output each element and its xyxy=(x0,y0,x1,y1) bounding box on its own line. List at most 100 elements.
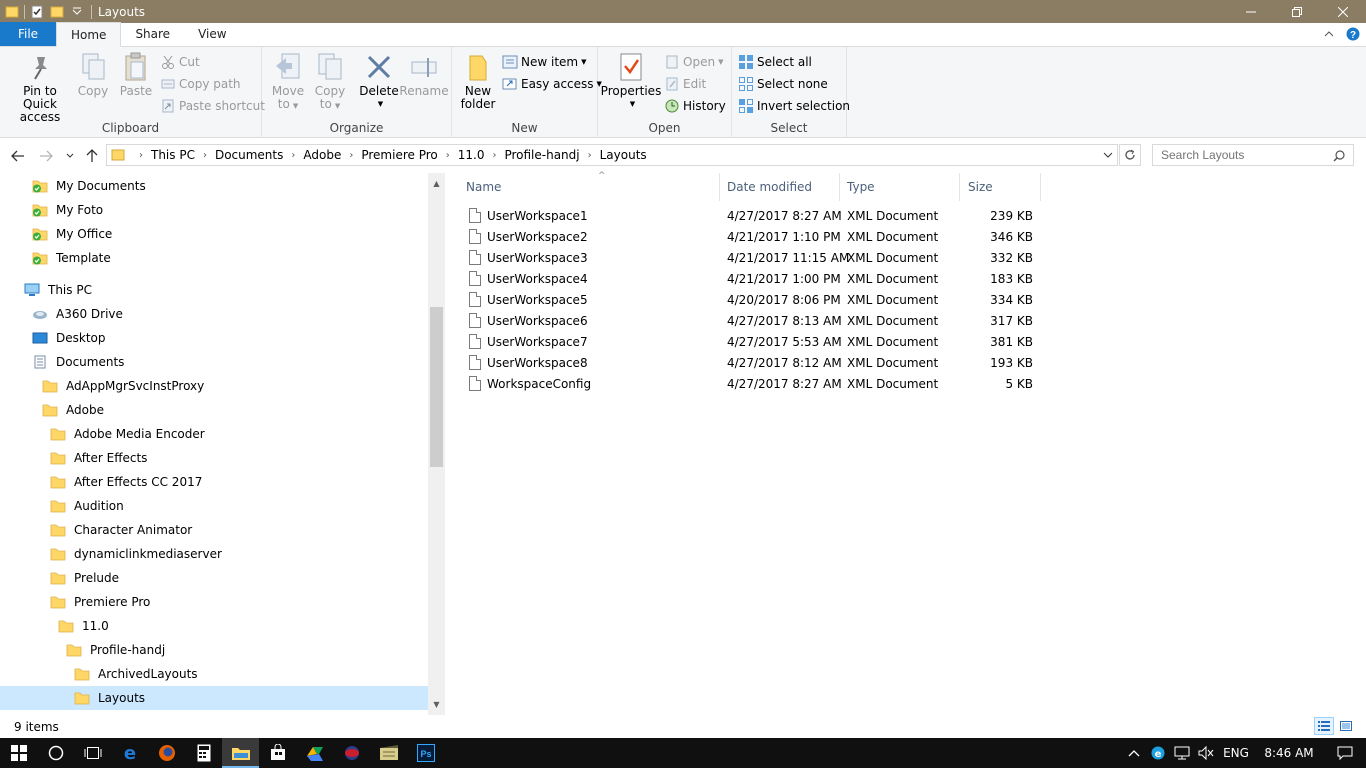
file-row[interactable]: UserWorkspace2 4/21/2017 1:10 PM XML Docum… xyxy=(461,226,1041,247)
tree-item-this-pc[interactable]: This PC xyxy=(0,278,92,302)
start-button[interactable] xyxy=(0,738,37,768)
move-to-button[interactable]: Move to ▼ xyxy=(268,51,308,113)
breadcrumb-chevron-icon[interactable]: › xyxy=(446,150,450,161)
navigation-pane-scrollbar[interactable]: ▲ ▼ xyxy=(428,173,445,715)
file-row[interactable]: UserWorkspace4 4/21/2017 1:00 PM XML Docum… xyxy=(461,268,1041,289)
close-button[interactable] xyxy=(1320,0,1366,23)
search-icon[interactable] xyxy=(1333,150,1345,162)
tree-item-my-documents[interactable]: My Documents xyxy=(0,174,146,198)
tree-item-template[interactable]: Template xyxy=(0,246,111,270)
file-row[interactable]: UserWorkspace3 4/21/2017 11:15 AM XML Docu… xyxy=(461,247,1041,268)
history-button[interactable]: History xyxy=(664,96,726,116)
recent-locations-button[interactable] xyxy=(60,146,80,166)
file-row[interactable]: UserWorkspace7 4/27/2017 5:53 AM XML Docum… xyxy=(461,331,1041,352)
delete-button[interactable]: Delete ▼ xyxy=(358,51,400,111)
select-all-button[interactable]: Select all xyxy=(738,52,812,72)
open-button[interactable]: Open ▼ xyxy=(664,52,723,72)
breadcrumb-layouts[interactable]: Layouts xyxy=(600,148,647,162)
minimize-button[interactable] xyxy=(1228,0,1274,23)
easy-access-button[interactable]: Easy access ▼ xyxy=(502,74,602,94)
file-row[interactable]: UserWorkspace8 4/27/2017 8:12 AM XML Docum… xyxy=(461,352,1041,373)
scroll-up-arrow-icon[interactable]: ▲ xyxy=(428,175,445,192)
clock[interactable]: 8:46 AM xyxy=(1254,738,1324,768)
tree-item-character-animator[interactable]: Character Animator xyxy=(0,518,192,542)
breadcrumb-this-pc[interactable]: This PC xyxy=(151,148,195,162)
details-view-button[interactable] xyxy=(1314,717,1334,735)
up-button[interactable] xyxy=(82,146,102,166)
file-row[interactable]: WorkspaceConfig 4/27/2017 8:27 AM XML Docu… xyxy=(461,373,1041,394)
cortana-button[interactable] xyxy=(37,738,74,768)
address-bar[interactable]: › This PC › Documents › Adobe › Premiere Pr… xyxy=(106,144,1118,166)
app-taskbar-button-3[interactable] xyxy=(370,738,407,768)
edit-button[interactable]: Edit xyxy=(664,74,706,94)
breadcrumb-11-0[interactable]: 11.0 xyxy=(458,148,485,162)
tree-item-profile-handj[interactable]: Profile-handj xyxy=(0,638,165,662)
select-none-button[interactable]: Select none xyxy=(738,74,828,94)
properties-checkmark-icon[interactable] xyxy=(27,2,47,22)
copy-to-button[interactable]: Copy to ▼ xyxy=(310,51,350,113)
tree-item-archivedlayouts[interactable]: ArchivedLayouts xyxy=(0,662,198,686)
help-icon[interactable]: ? xyxy=(1346,27,1360,41)
tree-item-prelude[interactable]: Prelude xyxy=(0,566,119,590)
delete-dropdown-caret[interactable]: ▼ xyxy=(378,98,383,111)
network-icon[interactable] xyxy=(1170,738,1194,768)
window-folder-icon[interactable] xyxy=(2,2,22,22)
breadcrumb-chevron-icon[interactable]: › xyxy=(291,150,295,161)
scroll-down-arrow-icon[interactable]: ▼ xyxy=(428,696,445,713)
tray-app-icon[interactable]: e xyxy=(1146,738,1170,768)
tab-home[interactable]: Home xyxy=(56,22,122,47)
new-folder-icon[interactable] xyxy=(47,2,67,22)
calculator-taskbar-button[interactable] xyxy=(185,738,222,768)
tree-item-after-effects[interactable]: After Effects xyxy=(0,446,147,470)
properties-dropdown-caret[interactable]: ▼ xyxy=(630,98,635,111)
tree-item-desktop[interactable]: Desktop xyxy=(0,326,106,350)
address-history-chevron-down-icon[interactable] xyxy=(1103,152,1113,158)
file-row[interactable]: UserWorkspace1 4/27/2017 8:27 AM XML Docum… xyxy=(461,205,1041,226)
breadcrumb-chevron-icon[interactable]: › xyxy=(349,150,353,161)
tree-item-documents[interactable]: Documents xyxy=(0,350,124,374)
task-view-button[interactable] xyxy=(74,738,111,768)
paste-button[interactable]: Paste xyxy=(116,51,156,98)
store-taskbar-button[interactable] xyxy=(259,738,296,768)
tree-item-adobe[interactable]: Adobe xyxy=(0,398,104,422)
file-row[interactable]: UserWorkspace6 4/27/2017 8:13 AM XML Docum… xyxy=(461,310,1041,331)
breadcrumb-chevron-icon[interactable]: › xyxy=(492,150,496,161)
column-header-name[interactable]: Name ^ xyxy=(458,171,720,201)
tree-item-my-foto[interactable]: My Foto xyxy=(0,198,103,222)
restore-button[interactable] xyxy=(1274,0,1320,23)
photoshop-taskbar-button[interactable]: Ps xyxy=(407,738,444,768)
breadcrumb-chevron-icon[interactable]: › xyxy=(588,150,592,161)
file-row[interactable]: UserWorkspace5 4/20/2017 8:06 PM XML Docum… xyxy=(461,289,1041,310)
forward-button[interactable] xyxy=(36,146,56,166)
back-button[interactable] xyxy=(8,146,28,166)
tree-item-layouts[interactable]: Layouts xyxy=(0,686,428,710)
tree-item-after-effects-cc-2017[interactable]: After Effects CC 2017 xyxy=(0,470,202,494)
copy-button[interactable]: Copy xyxy=(76,51,110,98)
pin-quick-access-button[interactable]: Pin to Quick access xyxy=(5,51,75,124)
navigation-pane[interactable]: My Documents My Foto My Office Template This… xyxy=(0,173,445,715)
action-center-button[interactable] xyxy=(1324,738,1366,768)
large-icons-view-button[interactable] xyxy=(1336,717,1356,735)
show-hidden-icons-chevron-up-icon[interactable] xyxy=(1122,738,1146,768)
invert-selection-button[interactable]: Invert selection xyxy=(738,96,850,116)
tree-item-premiere-pro[interactable]: Premiere Pro xyxy=(0,590,150,614)
minimize-ribbon-chevron-up-icon[interactable] xyxy=(1324,30,1334,38)
tab-view[interactable]: View xyxy=(184,22,240,46)
new-item-button[interactable]: New item ▼ xyxy=(502,52,587,72)
column-header-date-modified[interactable]: Date modified xyxy=(719,173,840,201)
file-explorer-taskbar-button[interactable] xyxy=(222,738,259,768)
column-header-type[interactable]: Type xyxy=(839,173,960,201)
breadcrumb-profile-handj[interactable]: Profile-handj xyxy=(504,148,579,162)
tree-item-audition[interactable]: Audition xyxy=(0,494,124,518)
cut-button[interactable]: Cut xyxy=(160,52,200,72)
breadcrumb-premiere-pro[interactable]: Premiere Pro xyxy=(361,148,437,162)
volume-muted-icon[interactable] xyxy=(1194,738,1218,768)
customize-qat-chevron-down-icon[interactable] xyxy=(67,2,87,22)
tab-file[interactable]: File xyxy=(0,22,56,46)
rename-button[interactable]: Rename xyxy=(399,51,449,98)
app-taskbar-button-1[interactable] xyxy=(296,738,333,768)
new-folder-button[interactable]: New folder xyxy=(458,51,498,111)
copy-path-button[interactable]: Copy path xyxy=(160,74,241,94)
app-taskbar-button-2[interactable] xyxy=(333,738,370,768)
edge-taskbar-button[interactable]: e xyxy=(111,738,148,768)
